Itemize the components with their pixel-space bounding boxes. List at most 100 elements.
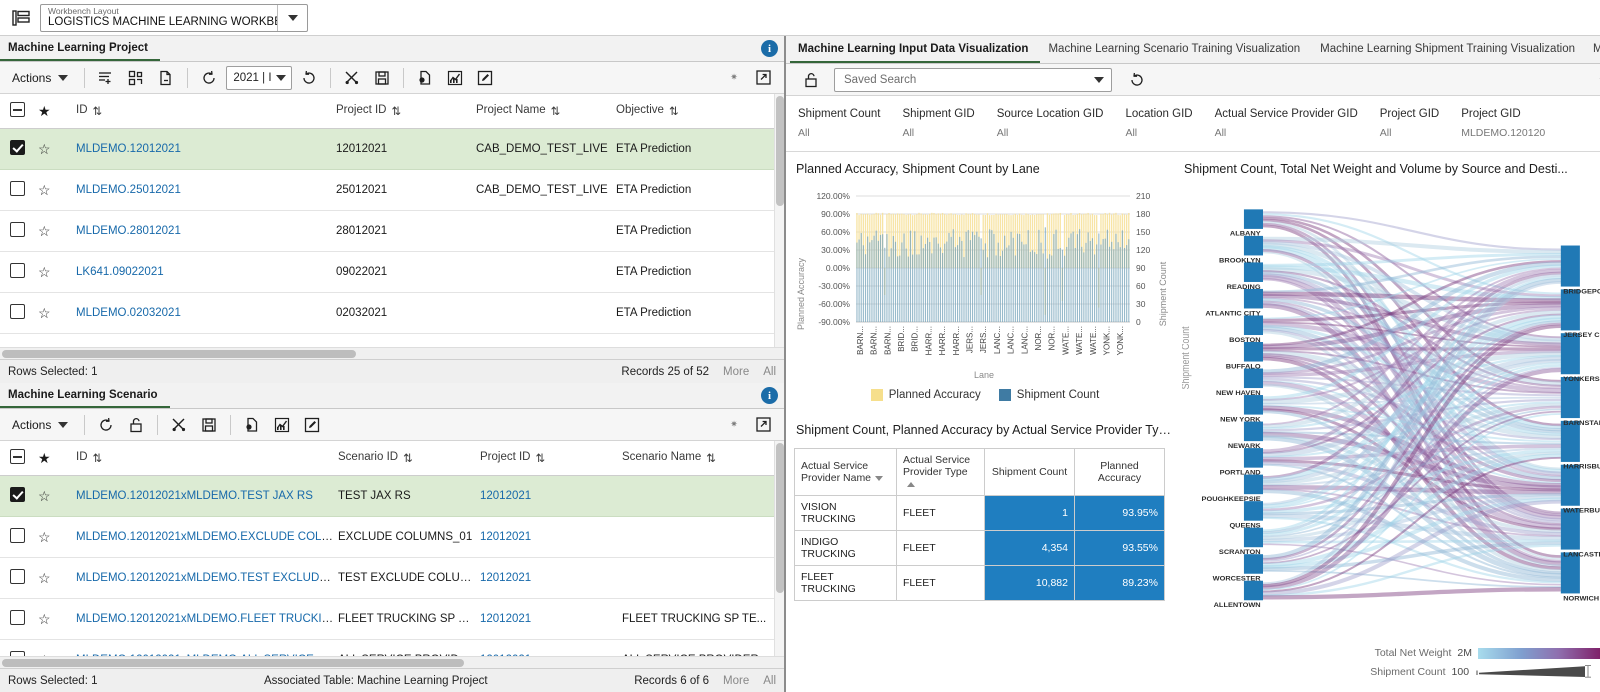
filter-source-location-gid[interactable]: Source Location GID All xyxy=(989,96,1118,151)
tab-machine-learning-project[interactable]: Machine Learning Project xyxy=(0,36,160,61)
reload-icon[interactable] xyxy=(294,66,324,90)
scenario-horizontal-scrollbar[interactable] xyxy=(0,656,784,668)
select-all-checkbox[interactable] xyxy=(10,449,25,464)
actions-button[interactable]: Actions xyxy=(4,62,78,93)
column-header-project-id[interactable]: Project ID⇅ xyxy=(336,94,476,129)
favorite-icon[interactable]: ✷ xyxy=(722,72,746,83)
edit-icon[interactable] xyxy=(297,413,327,437)
column-header-scenario-name[interactable]: Scenario Name⇅ xyxy=(622,441,784,476)
table-row[interactable]: ☆ MLDEMO.12012021xMLDEMO.ALL SERVICE PRO… xyxy=(0,640,784,657)
project-vertical-scrollbar[interactable] xyxy=(774,94,784,347)
star-filled-icon[interactable]: ★ xyxy=(38,450,51,466)
pivot-col-provider-type[interactable]: Actual Service Provider Type xyxy=(897,449,985,496)
project-id-link[interactable]: MLDEMO.25012021 xyxy=(76,184,181,196)
table-row[interactable]: INDIGO TRUCKING FLEET 4,354 93.55% xyxy=(795,531,1165,566)
row-checkbox[interactable] xyxy=(10,181,25,196)
scenario-id-link[interactable]: MLDEMO.12012021xMLDEMO.TEST JAX RS xyxy=(76,490,313,502)
project-id-link[interactable]: 12012021 xyxy=(480,531,531,543)
row-checkbox[interactable] xyxy=(10,304,25,319)
row-checkbox[interactable] xyxy=(10,651,25,656)
project-id-link[interactable]: 12012021 xyxy=(480,654,531,656)
star-outline-icon[interactable]: ☆ xyxy=(38,611,51,627)
unlock-icon[interactable] xyxy=(121,413,151,437)
scenario-id-link[interactable]: MLDEMO.12012021xMLDEMO.EXCLUDE COLUMN... xyxy=(76,531,338,543)
column-header-project-name[interactable]: Project Name⇅ xyxy=(476,94,616,129)
table-row[interactable]: FLEET TRUCKING FLEET 10,882 89.23% xyxy=(795,566,1165,601)
sankey-chart[interactable]: Shipment Count ALBANYBROOKLYNREADINGATLA… xyxy=(1182,182,1600,692)
reload-icon[interactable] xyxy=(1122,68,1152,92)
all-button[interactable]: All xyxy=(763,366,776,378)
project-id-link[interactable]: 12012021 xyxy=(480,572,531,584)
scenario-id-link[interactable]: MLDEMO.12012021xMLDEMO.ALL SERVICE PROVI… xyxy=(76,654,338,656)
tab-machine-learning-input-data-visualization[interactable]: Machine Learning Input Data Visualizatio… xyxy=(790,36,1040,63)
star-outline-icon[interactable]: ☆ xyxy=(38,223,51,239)
save-icon[interactable] xyxy=(194,413,224,437)
table-row[interactable]: ☆ MLDEMO.25012021 25012021 CAB_DEMO_TEST… xyxy=(0,170,784,211)
project-id-link[interactable]: 12012021 xyxy=(480,490,531,502)
pivot-col-provider-name[interactable]: Actual Service Provider Name xyxy=(795,449,897,496)
scenario-id-link[interactable]: MLDEMO.12012021xMLDEMO.FLEET TRUCKING S.… xyxy=(76,613,338,625)
report-icon[interactable] xyxy=(237,413,267,437)
filter-project-gid-1[interactable]: Project GID All xyxy=(1372,96,1453,151)
planned-accuracy-shipment-count-chart[interactable]: Planned Accuracy Shipment Count 120.00%9… xyxy=(794,182,1176,401)
table-row[interactable]: VISION TRUCKING FLEET 1 93.95% xyxy=(795,496,1165,531)
row-checkbox[interactable] xyxy=(10,610,25,625)
chart-icon[interactable] xyxy=(440,66,470,90)
actions-button[interactable]: Actions xyxy=(4,409,78,440)
project-horizontal-scrollbar[interactable] xyxy=(0,347,784,359)
row-checkbox[interactable] xyxy=(10,140,25,155)
table-row[interactable]: ☆ MLDEMO.12012021xMLDEMO.EXCLUDE COLUMN.… xyxy=(0,517,784,558)
column-header-objective[interactable]: Objective⇅ xyxy=(616,94,784,129)
star-outline-icon[interactable]: ☆ xyxy=(38,570,51,586)
row-checkbox[interactable] xyxy=(10,263,25,278)
row-checkbox[interactable] xyxy=(10,569,25,584)
scenario-id-link[interactable]: MLDEMO.12012021xMLDEMO.TEST EXCLUDE COL.… xyxy=(76,572,338,584)
table-row[interactable]: ☆ MLDEMO.12012021xMLDEMO.TEST EXCLUDE CO… xyxy=(0,558,784,599)
new-record-icon[interactable] xyxy=(91,66,121,90)
star-outline-icon[interactable]: ☆ xyxy=(38,264,51,280)
row-checkbox[interactable] xyxy=(10,528,25,543)
maximize-icon[interactable] xyxy=(748,66,778,90)
table-row[interactable]: ☆ LK641.09022021 09022021 ETA Prediction xyxy=(0,252,784,293)
table-row[interactable]: ☆ MLDEMO.12012021xMLDEMO.TEST JAX RS TES… xyxy=(0,476,784,517)
column-header-id[interactable]: ID⇅ xyxy=(76,441,338,476)
filter-location-gid[interactable]: Location GID All xyxy=(1117,96,1206,151)
project-id-link[interactable]: LK641.09022021 xyxy=(76,266,164,278)
legend-shipment-count[interactable]: Shipment Count xyxy=(999,389,1099,401)
unlock-icon[interactable] xyxy=(796,68,826,92)
maximize-icon[interactable] xyxy=(748,413,778,437)
filter-shipment-count[interactable]: Shipment Count All xyxy=(786,96,894,151)
tab-machine-learning-scenario-training-visualization[interactable]: Machine Learning Scenario Training Visua… xyxy=(1040,36,1312,63)
chevron-down-icon[interactable] xyxy=(277,5,307,31)
row-checkbox[interactable] xyxy=(10,487,25,502)
scenario-vertical-scrollbar[interactable] xyxy=(774,441,784,656)
all-button[interactable]: All xyxy=(763,675,776,687)
more-button[interactable]: More xyxy=(723,675,749,687)
filter-shipment-gid[interactable]: Shipment GID All xyxy=(894,96,988,151)
filter-actual-service-provider-gid[interactable]: Actual Service Provider GID All xyxy=(1207,96,1372,151)
table-row[interactable]: ☆ MLDEMO.28012021 28012021 ETA Predictio… xyxy=(0,211,784,252)
column-header-project-id[interactable]: Project ID⇅ xyxy=(480,441,622,476)
select-all-checkbox[interactable] xyxy=(10,102,25,117)
favorite-icon[interactable]: ✷ xyxy=(1591,74,1600,85)
tab-machine-learning-shipment-training-visualization[interactable]: Machine Learning Shipment Training Visua… xyxy=(1312,36,1587,63)
list-menu-icon[interactable] xyxy=(8,5,34,31)
favorite-icon[interactable]: ✷ xyxy=(722,419,746,430)
project-id-link[interactable]: MLDEMO.02032021 xyxy=(76,307,181,319)
info-icon[interactable]: i xyxy=(761,40,778,57)
star-outline-icon[interactable]: ☆ xyxy=(38,182,51,198)
star-filled-icon[interactable]: ★ xyxy=(38,103,51,119)
duplicate-icon[interactable] xyxy=(121,66,151,90)
star-outline-icon[interactable]: ☆ xyxy=(38,529,51,545)
edit-icon[interactable] xyxy=(470,66,500,90)
info-icon[interactable]: i xyxy=(761,387,778,404)
clear-filter-icon[interactable] xyxy=(337,66,367,90)
project-id-link[interactable]: 12012021 xyxy=(480,613,531,625)
chart-icon[interactable] xyxy=(267,413,297,437)
copy-document-icon[interactable] xyxy=(151,66,181,90)
filter-project-gid-2[interactable]: Project GID MLDEMO.120120 xyxy=(1453,96,1559,151)
clear-filter-icon[interactable] xyxy=(164,413,194,437)
workbench-layout-field[interactable]: Workbench Layout LOGISTICS MACHINE LEARN… xyxy=(40,4,308,32)
star-outline-icon[interactable]: ☆ xyxy=(38,141,51,157)
provider-pivot-table[interactable]: Actual Service Provider Name Actual Serv… xyxy=(794,448,1165,601)
